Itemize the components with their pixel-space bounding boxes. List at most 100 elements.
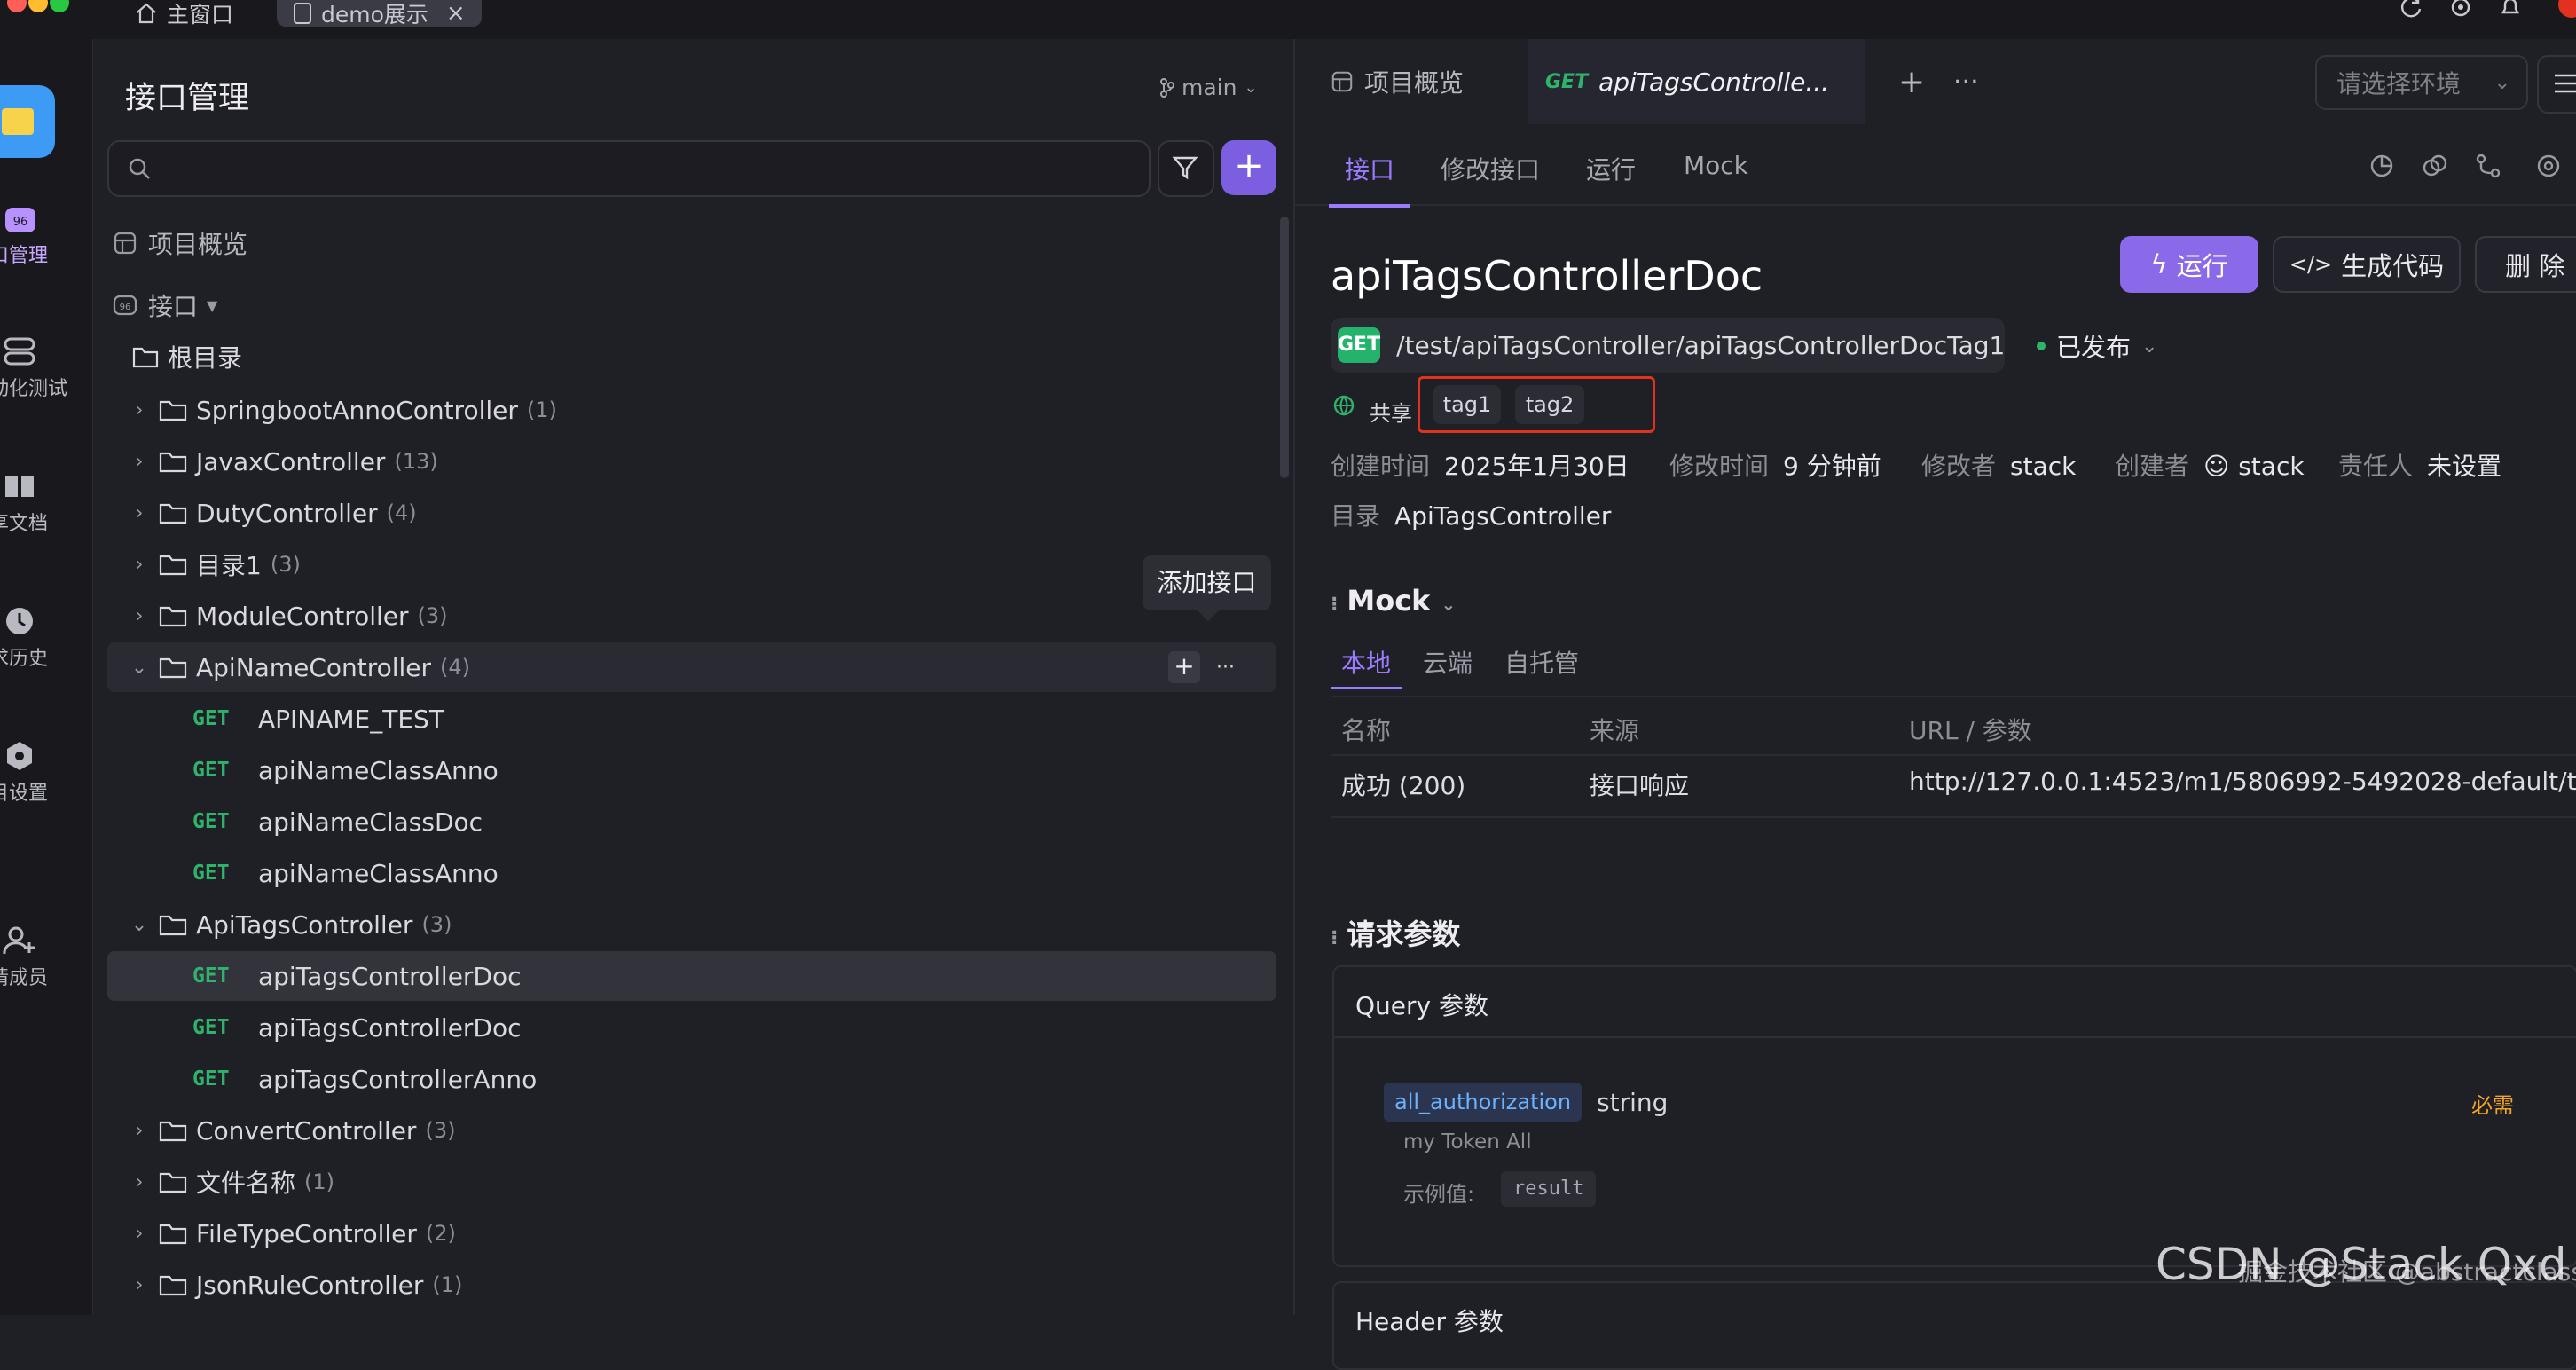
bell-icon[interactable]: [2498, 0, 2523, 20]
param-name[interactable]: all_authorization: [1384, 1083, 1583, 1122]
tree-folder[interactable]: › 目录1 (3): [107, 539, 1276, 589]
rail-item-history[interactable]: 求历史: [0, 605, 92, 671]
sidebar-item-api[interactable]: 96 接口 ▼: [107, 280, 1276, 330]
chevron-down-icon[interactable]: ⌄: [130, 914, 148, 936]
folder-icon: [159, 452, 187, 473]
gear-icon[interactable]: [2535, 153, 2562, 179]
chevron-right-icon[interactable]: ›: [130, 451, 148, 473]
branch-selector[interactable]: main ⌄: [1160, 75, 1258, 100]
window-tab-demo[interactable]: demo展示 ×: [277, 0, 482, 28]
chevron-down-icon[interactable]: ⌄: [130, 657, 148, 679]
tree-api-item[interactable]: GET APINAME_TEST: [107, 694, 1276, 744]
folder-icon: [159, 657, 187, 679]
tree-folder[interactable]: › SpringbootAnnoController (1): [107, 385, 1276, 435]
row-add-button[interactable]: +: [1168, 651, 1200, 683]
chevron-right-icon[interactable]: ›: [130, 1120, 148, 1142]
add-api-tooltip: 添加接口: [1143, 555, 1271, 621]
sidebar-item-label: 接口: [148, 292, 199, 321]
mock-row-source: 接口响应: [1590, 771, 1690, 800]
tree-api-item[interactable]: GET apiNameClassDoc: [107, 797, 1276, 846]
mock-row-url[interactable]: http://127.0.0.1:4523/m1/5806992-5492028…: [1909, 767, 2576, 796]
tree-folder[interactable]: › JsonRuleController (1): [107, 1260, 1276, 1310]
close-window-icon[interactable]: [7, 0, 27, 12]
sidebar-scrollbar[interactable]: [1280, 217, 1289, 478]
mock-section-title[interactable]: ⁝ Mock ⌄: [1331, 584, 1456, 618]
method-badge: GET: [192, 965, 230, 988]
tab-project-overview[interactable]: 项目概览: [1331, 39, 1464, 124]
api-icon: 96: [113, 295, 137, 316]
avatar[interactable]: [2558, 0, 2576, 18]
rail-item-api-management[interactable]: 96 口管理: [0, 202, 92, 268]
rail-item-label: 口管理: [0, 245, 49, 267]
tree-folder[interactable]: › DutyController (4): [107, 488, 1276, 538]
mock-tab-self-hosted[interactable]: 自托管: [1504, 644, 1579, 680]
sidebar-item-project-overview[interactable]: 项目概览: [107, 218, 1276, 268]
chart-icon[interactable]: [2368, 153, 2395, 179]
generate-code-button[interactable]: </> 生成代码: [2273, 236, 2461, 293]
tree-api-item[interactable]: GET apiNameClassAnno: [107, 848, 1276, 898]
environment-select[interactable]: 请选择环境 ⌄: [2315, 55, 2528, 110]
rail-item-shared-docs[interactable]: 享文档: [0, 470, 92, 536]
more-tabs-button[interactable]: ···: [1953, 39, 1979, 124]
tree-api-item[interactable]: GET apiTagsControllerAnno: [107, 1054, 1276, 1104]
sidebar-title: 接口管理: [125, 81, 250, 116]
gear-icon[interactable]: [2448, 0, 2473, 20]
search-input[interactable]: [107, 140, 1151, 197]
tree-folder[interactable]: › 文件名称 (1): [107, 1157, 1276, 1207]
rail-item-project-settings[interactable]: 目设置: [0, 740, 92, 806]
tree-root-folder[interactable]: 根目录: [132, 332, 1276, 382]
tree-folder[interactable]: › ModuleController (3): [107, 591, 1276, 641]
zoom-window-icon[interactable]: [50, 0, 69, 12]
tree-folder-label: ApiNameController: [196, 652, 432, 682]
tree-folder[interactable]: ⌄ ApiTagsController (3): [107, 900, 1276, 949]
left-rail: 96 口管理 动化测试 享文档 求历史 目设置 请成员: [0, 39, 93, 1315]
home-icon: [137, 3, 156, 24]
refresh-icon[interactable]: [2399, 0, 2423, 20]
window-tab-main[interactable]: 主窗口: [135, 0, 233, 28]
mock-row-name[interactable]: 成功 (200): [1341, 767, 1465, 802]
rail-item-automation[interactable]: 动化测试: [0, 335, 92, 401]
tab-api-detail[interactable]: GET apiTagsControlle...: [1528, 39, 1865, 124]
run-button[interactable]: ϟ 运行: [2120, 236, 2258, 293]
divider: [1334, 1036, 2576, 1038]
tree-api-item[interactable]: GET apiNameClassAnno: [107, 745, 1276, 795]
tree-api-item[interactable]: GET apiTagsControllerDoc: [107, 1003, 1276, 1052]
branch-icon[interactable]: [2475, 153, 2501, 179]
subtab-run[interactable]: 运行: [1586, 151, 1636, 186]
menu-button[interactable]: [2537, 55, 2576, 114]
api-url-bar[interactable]: GET /test/apiTagsController/apiTagsContr…: [1331, 318, 2005, 373]
filter-button[interactable]: [1158, 140, 1214, 197]
minimize-window-icon[interactable]: [28, 0, 48, 12]
watermark: CSDN @Stack Qxd: [2156, 1239, 2567, 1290]
subtab-interface[interactable]: 接口: [1328, 151, 1411, 208]
tree-api-item[interactable]: GET apiTagsControllerDoc: [107, 951, 1276, 1001]
chevron-right-icon[interactable]: ›: [130, 1223, 148, 1245]
lightning-icon: ϟ: [2150, 249, 2168, 280]
new-tab-button[interactable]: +: [1898, 39, 1925, 124]
status-selector[interactable]: 已发布 ⌄: [2037, 328, 2157, 364]
share-icon[interactable]: [2422, 153, 2448, 179]
chevron-right-icon[interactable]: ›: [130, 502, 148, 524]
tree-folder[interactable]: › FileTypeController (2): [107, 1209, 1276, 1258]
chevron-right-icon[interactable]: ›: [130, 1171, 148, 1193]
chevron-right-icon[interactable]: ›: [130, 554, 148, 576]
chevron-right-icon[interactable]: ›: [130, 399, 148, 421]
tree-folder[interactable]: › ConvertController (3): [107, 1106, 1276, 1155]
mock-tab-local[interactable]: 本地: [1330, 644, 1402, 689]
row-more-button[interactable]: ···: [1216, 657, 1235, 679]
tree-folder[interactable]: › JavaxController (13): [107, 437, 1276, 486]
tree-folder[interactable]: ⌄ ApiNameController (4) + ···: [107, 642, 1276, 692]
add-api-button[interactable]: +: [1221, 140, 1276, 195]
rail-item-invite-members[interactable]: 请成员: [0, 925, 92, 990]
tree-folder-count: (3): [270, 552, 301, 577]
meta-owner[interactable]: 责任人 未设置: [2338, 447, 2501, 483]
close-tab-icon[interactable]: ×: [446, 0, 466, 27]
subtab-mock[interactable]: Mock: [1684, 151, 1748, 180]
share-label: 共享: [1370, 401, 1412, 426]
mock-tab-cloud[interactable]: 云端: [1423, 644, 1473, 680]
subtab-edit[interactable]: 修改接口: [1441, 151, 1540, 186]
chevron-right-icon[interactable]: ›: [130, 1274, 148, 1296]
tree-folder-count: (1): [304, 1169, 335, 1194]
chevron-right-icon[interactable]: ›: [130, 605, 148, 627]
delete-button[interactable]: 删 除: [2475, 236, 2576, 293]
